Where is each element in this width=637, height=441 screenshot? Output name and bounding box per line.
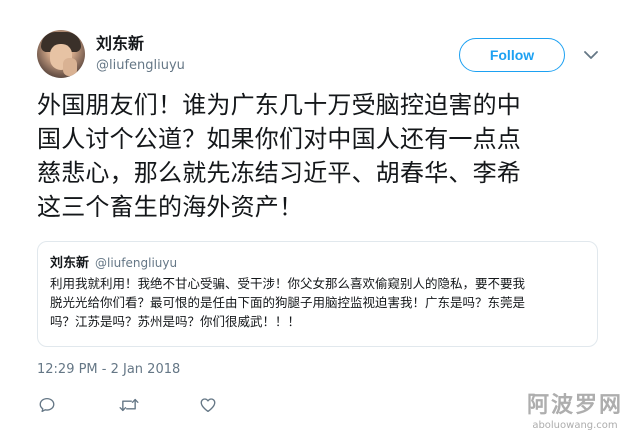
tweet-timestamp[interactable]: 12:29 PM - 2 Jan 2018 xyxy=(37,362,180,377)
watermark-title: 阿波罗网 xyxy=(526,393,623,418)
quoted-text-line: 利用我就利用！我绝不甘心受骗、受干涉！你父女那么喜欢偷窥别人的隐私，要不要我 xyxy=(50,276,526,291)
retweet-icon[interactable] xyxy=(119,395,139,415)
like-icon[interactable] xyxy=(198,395,218,415)
follow-button[interactable]: Follow xyxy=(459,38,565,72)
quoted-author-name: 刘东新 xyxy=(50,256,90,271)
quoted-text-line: 脱光光给你们看？最可恨的是任由下面的狗腿子用脑控监视迫害我！广东是吗？东莞是 xyxy=(50,295,526,310)
tweet-text-line: 慈悲心，那么就先冻结习近平、胡春华、李希 xyxy=(37,159,521,187)
tweet-text: 外国朋友们！谁为广东几十万受脑控迫害的中 国人讨个公道？如果你们对中国人还有一点… xyxy=(37,88,612,224)
author-name[interactable]: 刘东新 xyxy=(96,34,144,54)
tweet-text-line: 国人讨个公道？如果你们对中国人还有一点点 xyxy=(37,125,521,153)
watermark-url: aboluowang.com xyxy=(532,420,618,431)
author-handle[interactable]: @liufengliuyu xyxy=(96,58,185,74)
tweet-text-line: 这三个畜生的海外资产！ xyxy=(37,193,304,221)
quoted-text-line: 吗？江苏是吗？苏州是吗？你们很威武！！！ xyxy=(50,314,301,329)
reply-icon[interactable] xyxy=(37,395,57,415)
chevron-down-icon[interactable] xyxy=(582,46,600,64)
avatar[interactable] xyxy=(37,30,85,78)
tweet-text-line: 外国朋友们！谁为广东几十万受脑控迫害的中 xyxy=(37,91,521,119)
quoted-tweet[interactable]: 刘东新 @liufengliuyu 利用我就利用！我绝不甘心受骗、受干涉！你父女… xyxy=(37,241,598,347)
quoted-author-handle: @liufengliuyu xyxy=(95,256,178,270)
avatar-hand xyxy=(63,58,77,76)
quoted-tweet-text: 利用我就利用！我绝不甘心受骗、受干涉！你父女那么喜欢偷窥别人的隐私，要不要我 脱… xyxy=(50,274,585,331)
quoted-tweet-header: 刘东新 @liufengliuyu xyxy=(50,252,585,272)
tweet-card: 刘东新 @liufengliuyu Follow 外国朋友们！谁为广东几十万受脑… xyxy=(0,0,637,441)
site-watermark: 阿波罗网 aboluowang.com xyxy=(521,392,629,432)
